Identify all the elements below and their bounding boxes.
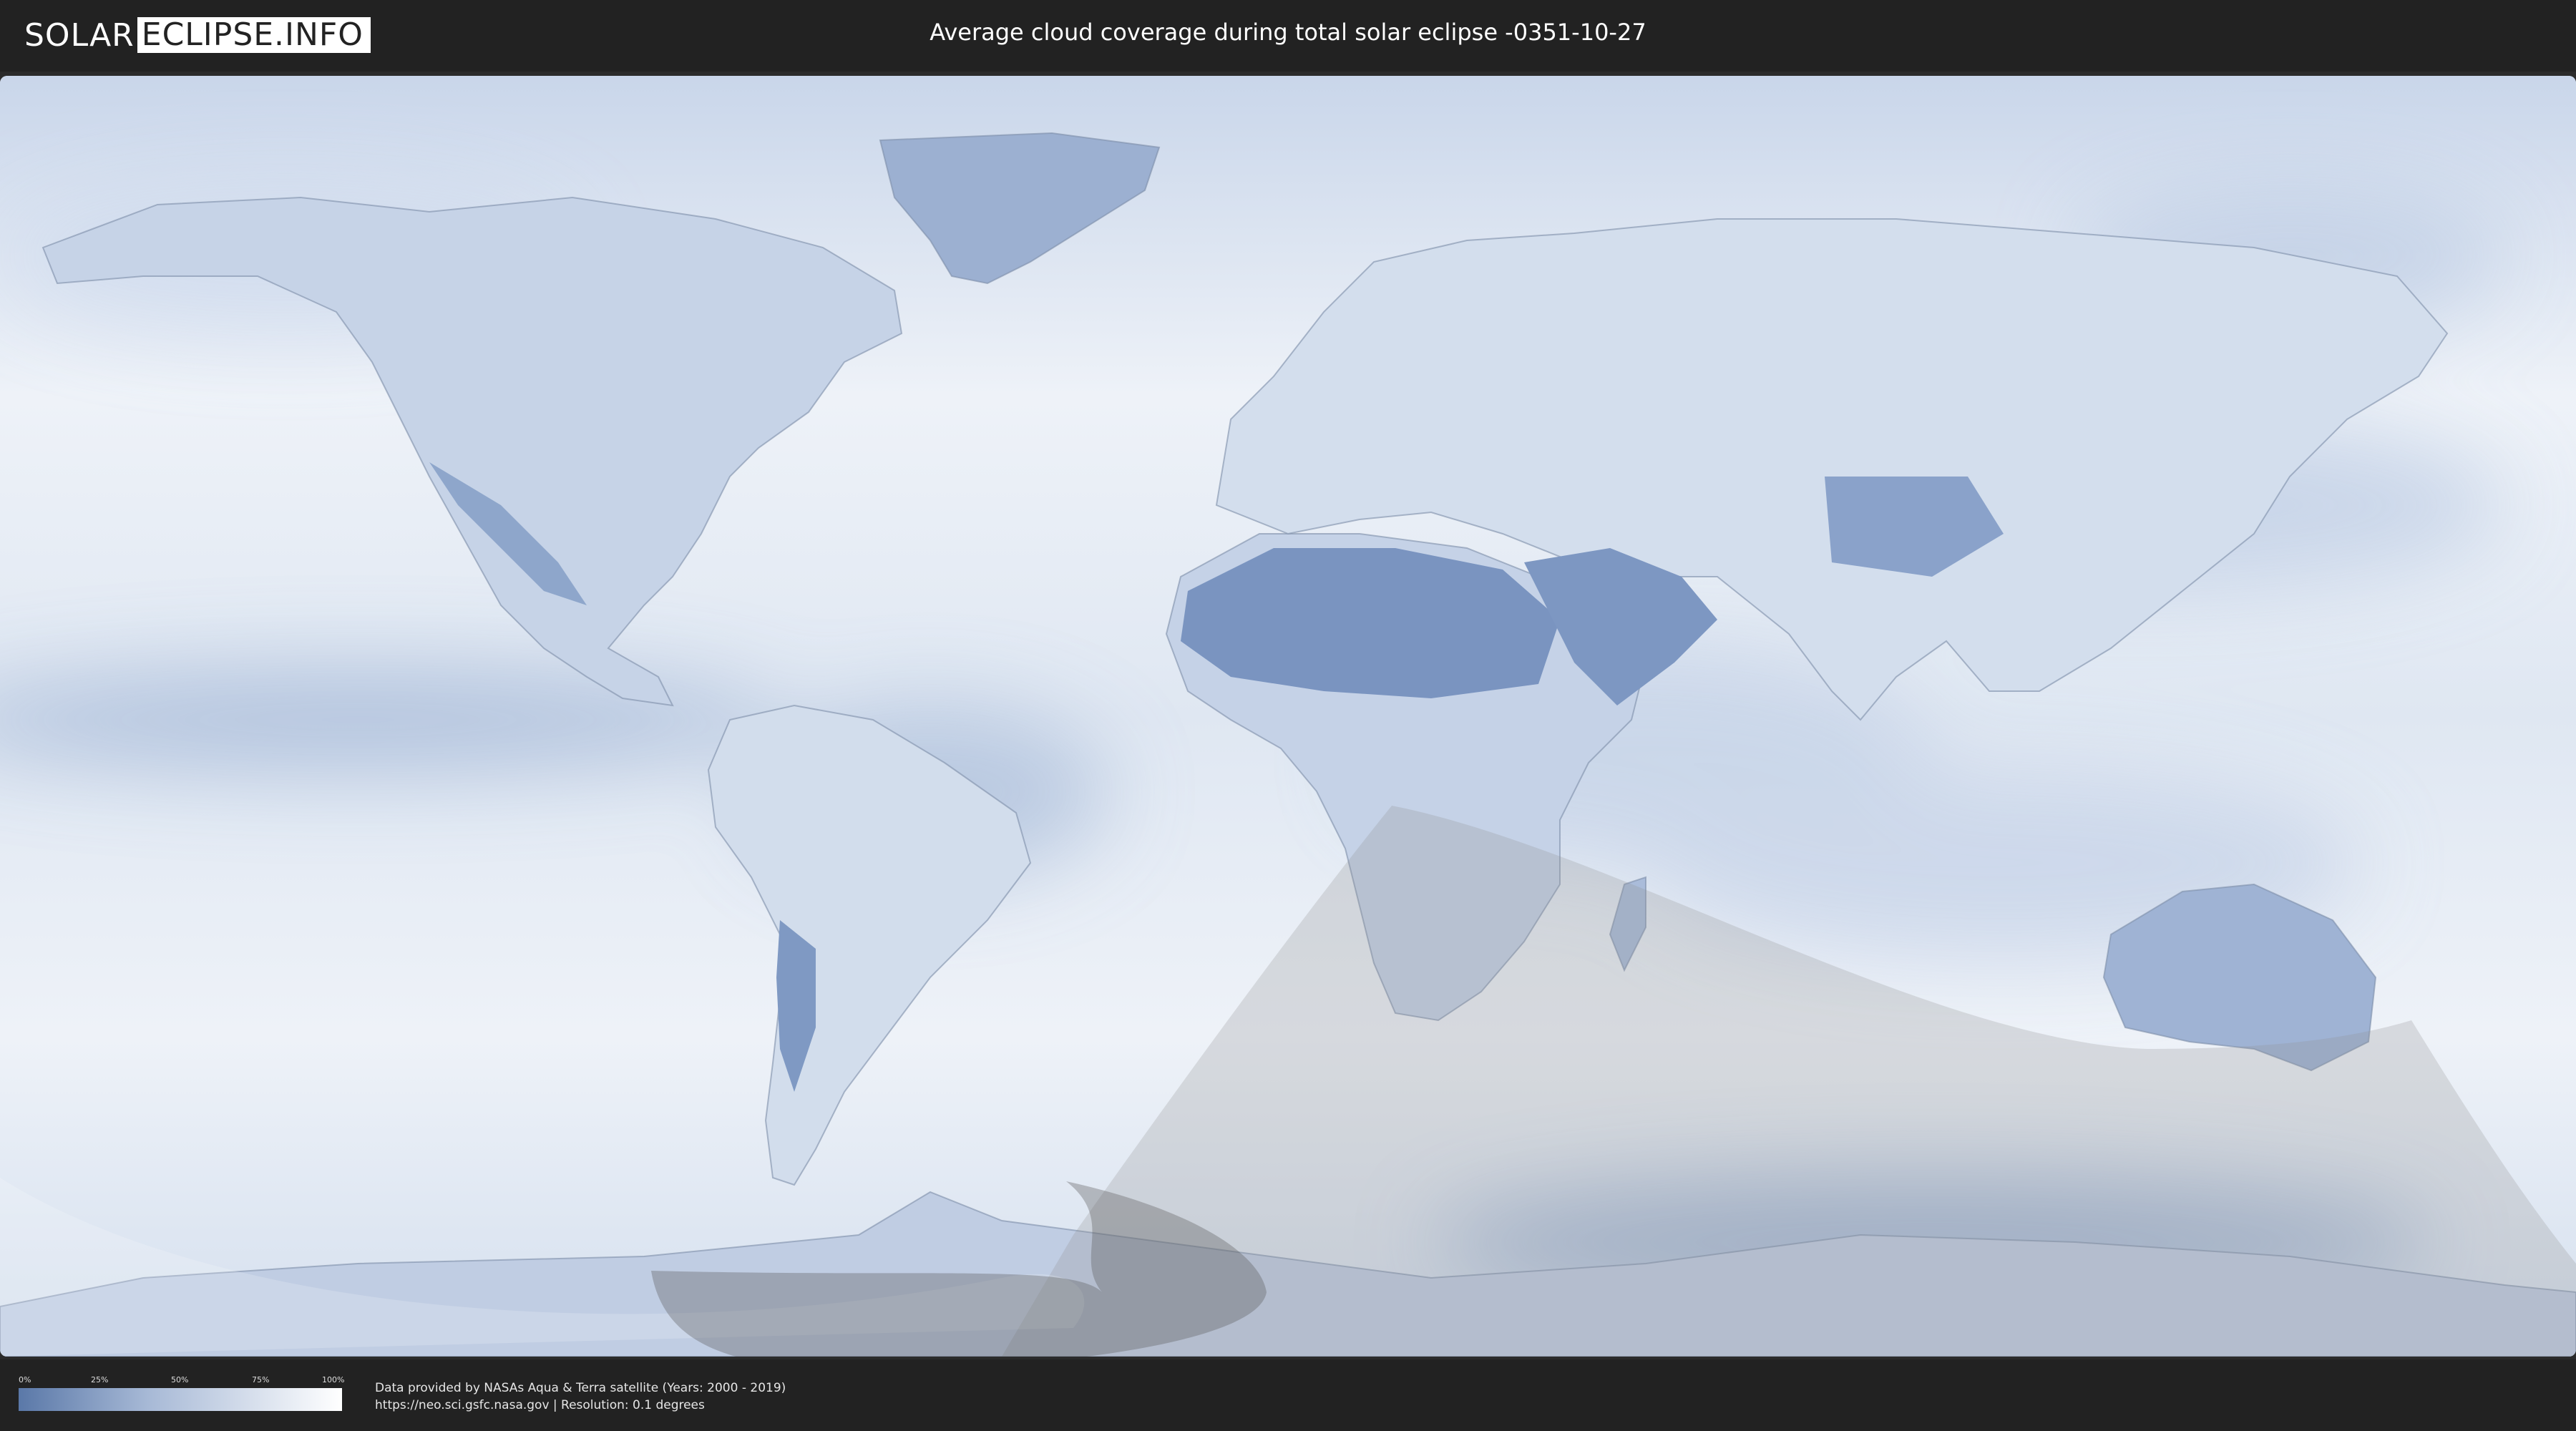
header-bar: SOLAR ECLIPSE.INFO Average cloud coverag… xyxy=(0,0,2576,72)
map-canvas xyxy=(0,76,2576,1357)
legend-color-scale xyxy=(19,1388,342,1411)
footer-bar: 0% 25% 50% 75% 100% Data provided by NAS… xyxy=(0,1359,2576,1431)
sahara-region xyxy=(1181,548,1560,698)
page-title: Average cloud coverage during total sola… xyxy=(930,19,1646,46)
cloud-coverage-map[interactable] xyxy=(0,76,2576,1357)
source-line-2: https://neo.sci.gsfc.nasa.gov | Resoluti… xyxy=(375,1398,705,1412)
legend-tick-label: 25% xyxy=(91,1375,109,1384)
legend-tick-label: 0% xyxy=(19,1375,31,1384)
legend-tick-label: 75% xyxy=(252,1375,270,1384)
cloud-coverage-legend: 0% 25% 50% 75% 100% xyxy=(19,1375,345,1411)
legend-tick-label: 100% xyxy=(322,1375,345,1384)
data-source-note: Data provided by NASAs Aqua & Terra sate… xyxy=(375,1379,786,1414)
legend-ticks: 0% 25% 50% 75% 100% xyxy=(19,1375,345,1388)
legend-tick-label: 50% xyxy=(171,1375,189,1384)
source-line-1: Data provided by NASAs Aqua & Terra sate… xyxy=(375,1381,786,1395)
